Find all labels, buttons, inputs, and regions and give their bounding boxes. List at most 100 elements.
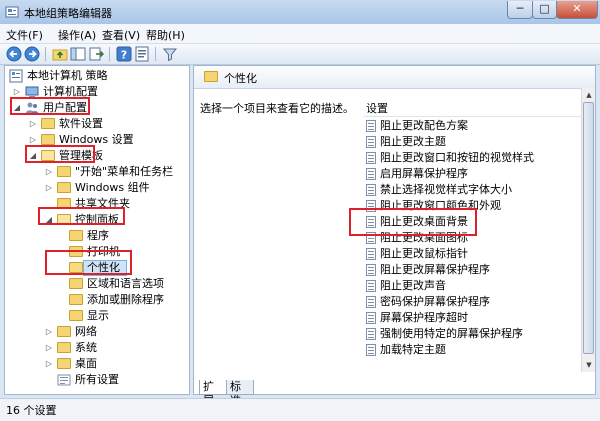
tree-item-windows-components[interactable]: ▷ Windows 组件	[45, 180, 189, 196]
menu-file[interactable]: 文件(F)	[6, 27, 43, 43]
properties-icon[interactable]	[134, 46, 150, 62]
tree-label: 添加或删除程序	[87, 293, 164, 306]
tab-standard[interactable]: 标准	[226, 380, 254, 407]
tree-label: 程序	[87, 229, 109, 242]
menu-help[interactable]: 帮助(H)	[146, 27, 185, 43]
setting-row[interactable]: 禁止选择视觉样式字体大小	[364, 182, 579, 198]
setting-row[interactable]: 强制使用特定的屏幕保护程序	[364, 326, 579, 342]
policy-setting-icon	[366, 184, 376, 196]
expand-arrow-icon[interactable]: ▷	[45, 340, 53, 356]
toolbar-separator	[109, 47, 110, 61]
expand-arrow-icon[interactable]: ▷	[45, 180, 53, 196]
settings-column-header[interactable]: 设置	[364, 98, 582, 117]
tree-item-start-menu[interactable]: ▷ "开始"菜单和任务栏	[45, 164, 189, 180]
expand-arrow-icon[interactable]: ▷	[45, 356, 53, 372]
scroll-down-arrow-icon[interactable]: ▼	[582, 358, 595, 372]
setting-label: 阻止更改主题	[380, 135, 446, 148]
policy-setting-icon	[366, 312, 376, 324]
toolbar-separator	[155, 47, 156, 61]
back-arrow-icon[interactable]	[6, 46, 22, 62]
expand-arrow-icon[interactable]: ▷	[45, 164, 53, 180]
menu-action[interactable]: 操作(A)	[58, 27, 96, 43]
setting-row[interactable]: 阻止更改窗口和按钮的视觉样式	[364, 150, 579, 166]
setting-label: 密码保护屏幕保护程序	[380, 295, 490, 308]
policy-setting-icon	[366, 152, 376, 164]
up-folder-icon[interactable]	[52, 46, 68, 62]
folder-icon	[41, 118, 55, 129]
window-title: 本地组策略编辑器	[24, 7, 112, 20]
setting-row[interactable]: 启用屏幕保护程序	[364, 166, 579, 182]
setting-label: 启用屏幕保护程序	[380, 167, 468, 180]
setting-row[interactable]: 阻止更改声音	[364, 278, 579, 294]
group-policy-editor-window: 本地组策略编辑器 ─ □ ✕ 文件(F) 操作(A) 查看(V) 帮助(H) ?…	[0, 0, 600, 421]
tree-item-programs[interactable]: 程序	[61, 228, 186, 244]
folder-icon	[57, 166, 71, 177]
folder-icon	[57, 342, 71, 353]
tree-item-display[interactable]: 显示	[61, 308, 186, 324]
vertical-scrollbar[interactable]: ▲ ▼	[581, 88, 595, 372]
tree-item-system[interactable]: ▷ 系统	[45, 340, 189, 356]
tree-item-add-remove-programs[interactable]: 添加或删除程序	[61, 292, 186, 308]
setting-row[interactable]: 屏幕保护程序超时	[364, 310, 579, 326]
tree-item-desktop[interactable]: ▷ 桌面	[45, 356, 189, 372]
tab-extended[interactable]: 扩展	[199, 380, 227, 407]
all-settings-icon	[57, 374, 71, 386]
forward-arrow-icon[interactable]	[24, 46, 40, 62]
policy-setting-icon	[366, 264, 376, 276]
policy-setting-icon	[366, 136, 376, 148]
export-list-icon[interactable]	[88, 46, 104, 62]
folder-icon	[69, 310, 83, 321]
setting-label: 加载特定主题	[380, 343, 446, 356]
tree-label: "开始"菜单和任务栏	[75, 165, 174, 178]
setting-label: 阻止更改屏幕保护程序	[380, 263, 490, 276]
minimize-button[interactable]: ─	[507, 1, 533, 19]
tree-label: 网络	[75, 325, 97, 338]
policy-setting-icon	[366, 168, 376, 180]
setting-label: 禁止选择视觉样式字体大小	[380, 183, 512, 196]
setting-row[interactable]: 阻止更改鼠标指针	[364, 246, 579, 262]
tree-item-software-settings[interactable]: ▷ 软件设置	[29, 116, 179, 132]
setting-label: 阻止更改声音	[380, 279, 446, 292]
maximize-button[interactable]: □	[532, 1, 557, 19]
folder-icon	[69, 278, 83, 289]
policy-setting-icon	[366, 248, 376, 260]
expand-arrow-icon[interactable]: ▷	[45, 324, 53, 340]
column-header-label: 设置	[366, 102, 388, 115]
scroll-up-arrow-icon[interactable]: ▲	[582, 88, 595, 102]
setting-row[interactable]: 阻止更改主题	[364, 134, 579, 150]
tree-item-region-language[interactable]: 区域和语言选项	[61, 276, 186, 292]
highlight-box-user-config	[10, 97, 90, 115]
menu-view[interactable]: 查看(V)	[102, 27, 140, 43]
toolbar: ?	[0, 44, 600, 65]
setting-row[interactable]: 阻止更改配色方案	[364, 118, 579, 134]
policy-setting-icon	[366, 280, 376, 292]
setting-label: 屏幕保护程序超时	[380, 311, 468, 324]
tree-item-root[interactable]: 本地计算机 策略	[9, 68, 179, 84]
toolbar-separator	[45, 47, 46, 61]
scroll-thumb[interactable]	[583, 102, 594, 354]
setting-row[interactable]: 加载特定主题	[364, 342, 579, 358]
setting-row[interactable]: 阻止更改屏幕保护程序	[364, 262, 579, 278]
close-button[interactable]: ✕	[556, 1, 598, 19]
computer-policy-icon	[9, 69, 23, 83]
tree-label: Windows 组件	[75, 181, 150, 194]
setting-label: 强制使用特定的屏幕保护程序	[380, 327, 523, 340]
folder-icon	[69, 294, 83, 305]
status-text: 16 个设置	[6, 404, 57, 417]
tree-item-all-settings[interactable]: 所有设置	[45, 372, 189, 388]
tree-label: 系统	[75, 341, 97, 354]
menu-bar: 文件(F) 操作(A) 查看(V) 帮助(H)	[0, 24, 600, 44]
setting-label: 阻止更改配色方案	[380, 119, 468, 132]
tree-label: 区域和语言选项	[87, 277, 164, 290]
tree-item-network[interactable]: ▷ 网络	[45, 324, 189, 340]
filter-icon[interactable]	[162, 46, 178, 62]
folder-icon	[41, 134, 55, 145]
tree-label: 所有设置	[75, 373, 119, 386]
tree-label: 桌面	[75, 357, 97, 370]
policy-setting-icon	[366, 328, 376, 340]
expand-arrow-icon[interactable]: ▷	[29, 116, 37, 132]
highlight-box-personalization	[45, 250, 132, 275]
setting-row[interactable]: 密码保护屏幕保护程序	[364, 294, 579, 310]
show-hide-tree-icon[interactable]	[70, 46, 86, 62]
help-icon[interactable]: ?	[116, 46, 132, 62]
